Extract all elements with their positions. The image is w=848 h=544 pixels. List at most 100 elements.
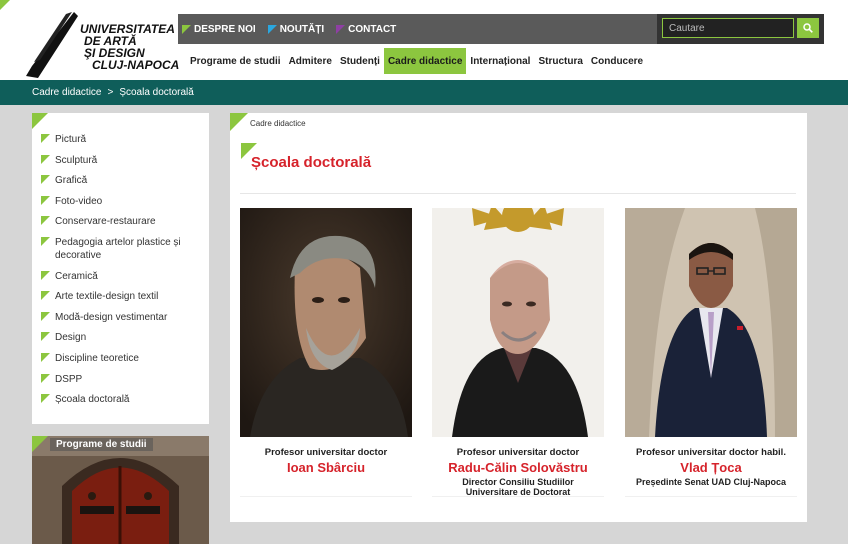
sidebar-item-label: Design [55,332,87,344]
search-area: Cautare [657,14,824,44]
sidebar-item-label: Pictură [55,134,87,145]
sidebar-item-discipline-teoretice[interactable]: Discipline teoretice [41,352,203,365]
nav-programe-de-studii[interactable]: Programe de studii [186,48,285,74]
corner-accent [0,0,10,10]
person-card[interactable]: Profesor universitar doctor habil. Vlad … [625,208,797,497]
sidebar-item-design[interactable]: Design [41,331,203,344]
card-divider [240,496,412,497]
sidebar-item-label: DSPP [55,373,83,385]
main-content: Cadre didactice Școala doctorală Profeso… [230,113,807,522]
portrait-image [625,208,797,437]
nav-cadre-didactice[interactable]: Cadre didactice [383,48,467,74]
green-triangle-icon [41,373,50,383]
green-triangle-icon [41,154,50,164]
card-divider [625,496,797,497]
breadcrumb-current: Școala doctorală [119,87,194,98]
portrait-image [432,208,604,437]
content-breadcrumb[interactable]: Cadre didactice [250,119,306,128]
person-card[interactable]: Profesor universitar doctor Ioan Sbârciu [240,208,412,497]
person-name[interactable]: Vlad Țoca [625,460,797,475]
main-nav: Programe de studii Admitere Studenți Cad… [186,48,647,74]
page-title: Școala doctorală [251,154,372,171]
sidebar-item-dspp[interactable]: DSPP [41,373,203,386]
blue-triangle-icon [267,24,277,34]
person-photo[interactable] [625,208,797,437]
sidebar-item-scoala-doctorala[interactable]: Școala doctorală [41,393,203,406]
portrait-image [240,208,412,437]
card-divider [432,496,604,497]
nav-studenti[interactable]: Studenți [336,48,384,74]
divider [240,193,796,194]
sidebar-item-label: Discipline teoretice [55,352,139,364]
topnav-contact[interactable]: CONTACT [336,24,396,35]
person-card[interactable]: Profesor universitar doctor Radu-Călin S… [432,208,604,497]
nav-structura[interactable]: Structura [534,48,586,74]
corner-accent [32,113,48,129]
green-triangle-icon [41,352,50,362]
sidebar-item-label: Foto-video [55,195,103,207]
nav-conducere[interactable]: Conducere [587,48,647,74]
topnav-noutati[interactable]: NOUTĂȚI [267,23,325,35]
person-name[interactable]: Radu-Călin Solovăstru [432,460,604,475]
programs-box[interactable]: Programe de studii [32,436,209,544]
topnav-label: CONTACT [348,23,397,35]
person-role-line: Director Consiliu Studiilor [462,477,574,487]
logo-line-4: CLUJ-NAPOCA [92,58,180,72]
breadcrumb-parent[interactable]: Cadre didactice [32,87,101,98]
corner-accent [230,113,248,131]
sidebar-item-label: Arte textile-design textil [55,291,159,303]
search-input[interactable]: Cautare [662,18,794,38]
sidebar-item-label: Grafică [55,175,88,187]
green-triangle-icon [41,175,50,185]
green-triangle-icon [41,236,50,246]
green-triangle-icon [41,291,50,301]
green-triangle-icon [41,216,50,226]
sidebar-list: Pictură Sculptură Grafică Foto-video Con… [41,133,203,414]
green-triangle-icon [41,311,50,321]
topnav-despre-noi[interactable]: DESPRE NOI [182,24,256,35]
sidebar-item-label: Sculptură [55,154,98,166]
person-role: Director Consiliu Studiilor Universitare… [432,477,604,497]
breadcrumb: Cadre didactice > Școala doctorală [32,80,194,105]
top-bar: DESPRE NOI NOUTĂȚI CONTACT Cautare [178,14,824,44]
search-button[interactable] [797,18,819,38]
programs-title: Programe de studii [50,438,153,451]
corner-accent [32,436,48,452]
sidebar-item-label: Pedagogia artelor plastice și decorative [55,236,181,261]
sidebar-item-arte-textile[interactable]: Arte textile-design textil [41,290,203,303]
breadcrumb-bar: Cadre didactice > Școala doctorală [0,80,848,105]
sidebar-item-conservare-restaurare[interactable]: Conservare-restaurare [41,215,203,228]
breadcrumb-separator: > [107,87,114,98]
person-photo[interactable] [432,208,604,437]
green-triangle-icon [182,24,191,34]
person-role: Președinte Senat UAD Cluj-Napoca [635,477,787,487]
university-logo[interactable]: UNIVERSITATEA DE ARTĂ ŞI DESIGN CLUJ-NAP… [22,8,182,78]
topnav-label: DESPRE NOI [194,23,256,35]
person-rank: Profesor universitar doctor [264,447,388,458]
brush-stroke-icon [26,12,78,78]
sidebar-item-label: Modă-design vestimentar [55,311,168,323]
sidebar-item-sculptura[interactable]: Sculptură [41,154,203,167]
topnav-label: NOUTĂȚI [279,23,325,35]
sidebar-item-pedagogia[interactable]: Pedagogia artelor plastice și decorative [41,236,203,262]
logo-text: UNIVERSITATEA DE ARTĂ ŞI DESIGN CLUJ-NAP… [80,23,179,71]
programs-door-image [32,436,209,544]
sidebar-item-moda[interactable]: Modă-design vestimentar [41,311,203,324]
site-header: UNIVERSITATEA DE ARTĂ ŞI DESIGN CLUJ-NAP… [0,0,848,80]
sidebar-item-pictura[interactable]: Pictură [41,133,203,146]
top-nav: DESPRE NOI NOUTĂȚI CONTACT [178,14,404,44]
sidebar-item-foto-video[interactable]: Foto-video [41,195,203,208]
green-triangle-icon [41,134,50,143]
nav-international[interactable]: Internațional [466,48,534,74]
purple-triangle-icon [336,24,346,34]
green-triangle-icon [41,332,50,342]
green-triangle-icon [41,394,50,404]
sidebar-item-ceramica[interactable]: Ceramică [41,270,203,283]
sidebar-item-grafica[interactable]: Grafică [41,174,203,187]
nav-admitere[interactable]: Admitere [285,48,336,74]
person-photo[interactable] [240,208,412,437]
sidebar-item-label: Ceramică [55,270,98,282]
sidebar-item-label: Școala doctorală [55,394,130,406]
person-name[interactable]: Ioan Sbârciu [240,460,412,475]
green-triangle-icon [41,270,50,280]
